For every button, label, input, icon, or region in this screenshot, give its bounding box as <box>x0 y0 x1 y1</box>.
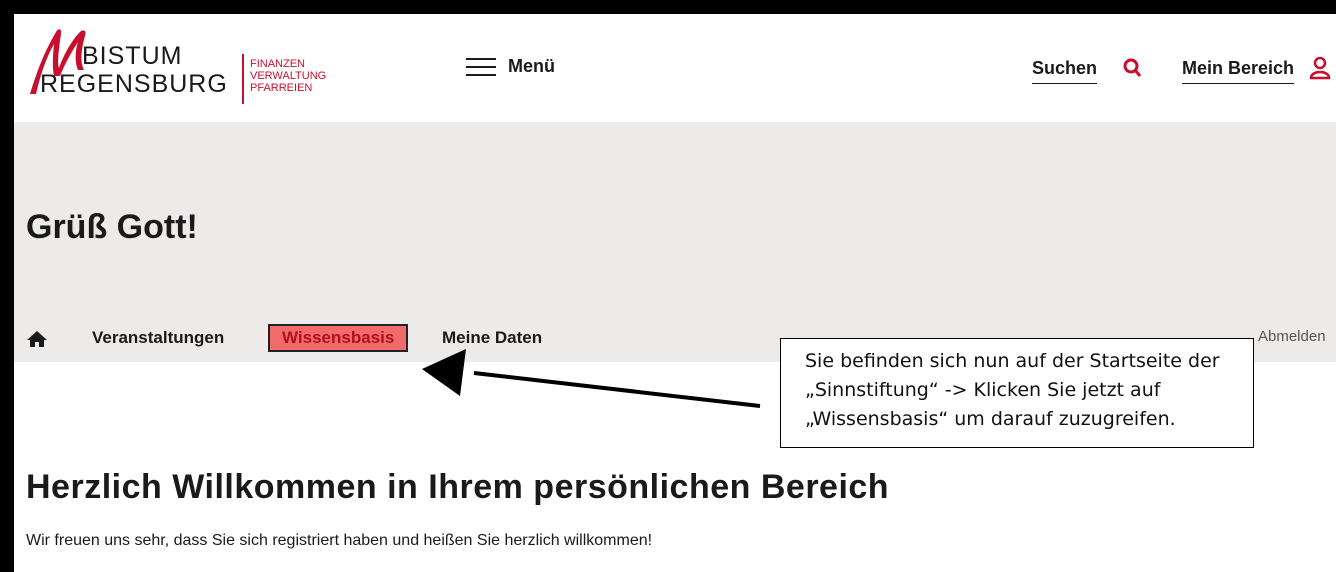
site-header: BISTUM REGENSBURG FINANZEN VERWALTUNG PF… <box>14 14 1336 122</box>
welcome-heading: Herzlich Willkommen in Ihrem persönliche… <box>26 468 890 506</box>
menu-button[interactable]: Menü <box>466 56 555 77</box>
arrow-shaft <box>473 371 761 408</box>
callout-line: Sie befinden sich nun auf der Startseite… <box>805 350 1220 372</box>
home-icon[interactable] <box>26 330 48 352</box>
logo-subtitle-line: PFARREIEN <box>250 82 313 94</box>
my-area-link[interactable]: Mein Bereich <box>1182 58 1295 84</box>
logo-text-line1: BISTUM <box>82 42 183 70</box>
hero-section: Grüß Gott! Veranstaltungen Wissensbasis … <box>14 122 1336 362</box>
menu-label: Menü <box>508 56 555 76</box>
logout-link[interactable]: Abmelden <box>1258 328 1326 345</box>
site-logo[interactable]: BISTUM REGENSBURG FINANZEN VERWALTUNG PF… <box>26 24 326 104</box>
hamburger-icon <box>466 57 496 77</box>
logo-divider <box>242 54 244 104</box>
user-icon[interactable] <box>1308 56 1332 80</box>
callout-line: „Wissensbasis“ um darauf zuzugreifen. <box>805 408 1176 430</box>
page-frame: BISTUM REGENSBURG FINANZEN VERWALTUNG PF… <box>14 14 1336 572</box>
logo-subtitle-line: VERWALTUNG <box>250 70 327 82</box>
search-icon[interactable] <box>1120 56 1144 80</box>
nav-item-veranstaltungen[interactable]: Veranstaltungen <box>92 328 224 348</box>
welcome-text: Wir freuen uns sehr, dass Sie sich regis… <box>26 532 653 549</box>
callout-line: „Sinnstiftung“ -> Klicken Sie jetzt auf <box>805 379 1161 401</box>
logo-subtitle-line: FINANZEN <box>250 58 305 70</box>
nav-item-meine-daten[interactable]: Meine Daten <box>442 328 542 348</box>
page-title: Grüß Gott! <box>26 208 198 246</box>
search-link[interactable]: Suchen <box>1032 58 1098 84</box>
logo-subtitle: FINANZEN VERWALTUNG PFARREIEN <box>250 58 326 94</box>
logo-text-line2: REGENSBURG <box>40 70 228 98</box>
instruction-callout: Sie befinden sich nun auf der Startseite… <box>780 338 1254 448</box>
nav-item-wissensbasis[interactable]: Wissensbasis <box>268 324 409 352</box>
